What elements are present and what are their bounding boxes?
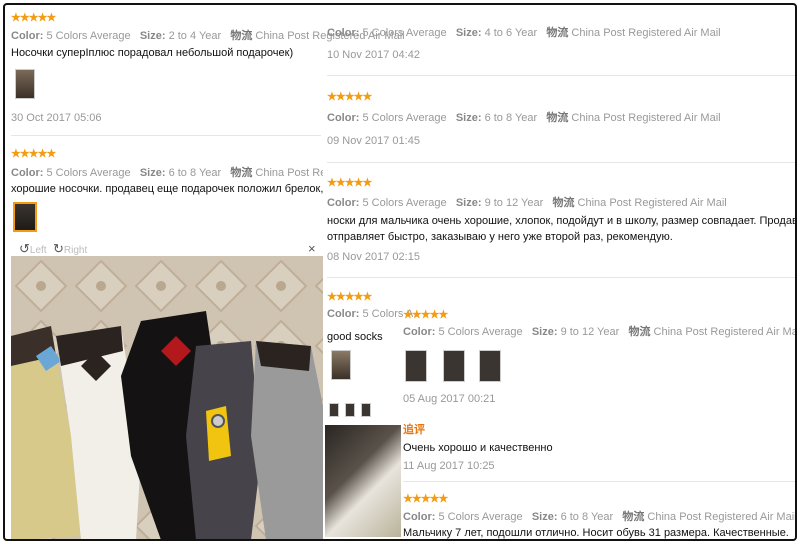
shipping-label: 物流 <box>546 27 569 39</box>
shipping-label: 物流 <box>622 511 645 523</box>
review-text: good socks <box>327 331 383 343</box>
color-value: 5 Colors Average <box>362 112 447 124</box>
divider <box>11 135 321 136</box>
size-label: Size: <box>455 197 482 209</box>
review-photo-thumb[interactable] <box>331 350 351 380</box>
review-date: 09 Nov 2017 01:45 <box>327 135 420 147</box>
rotate-right-icon: ↻ <box>53 241 64 256</box>
review-photo-medium <box>325 425 401 537</box>
append-review-text: Очень хорошо и качественно <box>403 442 553 454</box>
close-icon[interactable]: × <box>308 241 316 256</box>
review-meta: Color: 5 Colors Average Size: 9 to 12 Ye… <box>327 194 727 210</box>
color-value: 5 Colors Average <box>362 27 447 39</box>
size-value: 9 to 12 Year <box>560 326 620 338</box>
rotate-left-label: Left <box>29 245 47 256</box>
divider <box>327 75 795 76</box>
size-label: Size: <box>139 30 166 42</box>
rotate-right-button[interactable]: ↻Right <box>53 241 87 257</box>
review-date: 10 Nov 2017 04:42 <box>327 49 420 61</box>
color-label: Color: <box>327 197 360 209</box>
review-meta: Color: 5 Colors Average Size: 6 to 8 Yea… <box>327 109 721 125</box>
rating-stars: ★★★★★ <box>327 291 372 303</box>
review-text-line2: отправляет быстро, заказываю у него уже … <box>327 231 673 243</box>
size-label: Size: <box>531 326 558 338</box>
color-value: 5 Colors Average <box>362 197 447 209</box>
shipping-value: China Post Registered Air Mail <box>577 197 727 209</box>
review-meta: Color: 5 Colors Average Size: 9 to 12 Ye… <box>403 323 797 339</box>
rotate-left-button[interactable]: ↺Left <box>19 241 47 257</box>
size-value: 6 to 8 Year <box>560 511 614 523</box>
rotate-left-icon: ↺ <box>19 241 30 256</box>
rating-stars: ★★★★★ <box>403 309 448 321</box>
size-value: 6 to 8 Year <box>484 112 538 124</box>
size-value: 9 to 12 Year <box>484 197 544 209</box>
color-value: 5 Colors Average <box>46 167 131 179</box>
size-value: 6 to 8 Year <box>168 167 222 179</box>
color-label: Color: <box>327 112 360 124</box>
review-page: ★★★★★ Color: 5 Colors Average Size: 2 to… <box>3 3 797 541</box>
mini-thumb[interactable] <box>345 403 355 417</box>
rating-stars: ★★★★★ <box>403 493 448 505</box>
review-photo-thumb[interactable] <box>15 69 35 99</box>
shipping-label: 物流 <box>552 197 575 209</box>
review-photo-thumb-selected[interactable] <box>13 202 37 232</box>
size-label: Size: <box>455 27 482 39</box>
color-value: 5 Colors Average <box>46 30 131 42</box>
color-label: Color: <box>11 30 44 42</box>
review-meta: Color: 5 Colors Average Size: 4 to 6 Yea… <box>327 24 721 40</box>
review-photo-thumb[interactable] <box>443 350 465 382</box>
color-value: 5 Colors Average <box>438 326 523 338</box>
shipping-value: China Post Registered Air Mail <box>653 326 797 338</box>
shipping-value: China Post Registered Air Ma <box>255 167 323 179</box>
review-meta: Color: 5 Colors A <box>327 308 413 320</box>
review-text: Носочки суперIплюс порадовал небольшой п… <box>11 47 294 59</box>
socks-photo <box>11 256 323 539</box>
rating-stars: ★★★★★ <box>327 177 372 189</box>
shipping-value: China Post Registered Air Mail <box>571 27 721 39</box>
size-label: Size: <box>139 167 166 179</box>
review-photo-thumb[interactable] <box>479 350 501 382</box>
review-date: 30 Oct 2017 05:06 <box>11 112 102 124</box>
color-label: Color: <box>11 167 44 179</box>
size-value: 4 to 6 Year <box>484 27 538 39</box>
review-date: 08 Nov 2017 02:15 <box>327 251 420 263</box>
rating-stars: ★★★★★ <box>11 148 56 160</box>
review-text: Мальчику 7 лет, подошли отлично. Носит о… <box>403 527 789 539</box>
review-date: 05 Aug 2017 00:21 <box>403 393 496 405</box>
rating-stars: ★★★★★ <box>327 91 372 103</box>
shipping-label: 物流 <box>628 326 651 338</box>
shipping-value: China Post Registered Air Mail <box>571 112 721 124</box>
size-label: Size: <box>531 511 558 523</box>
color-label: Color: <box>327 308 360 320</box>
divider <box>327 162 795 163</box>
divider <box>327 277 795 278</box>
mini-preview-strip <box>325 385 401 401</box>
review-photo-thumb[interactable] <box>405 350 427 382</box>
shipping-label: 物流 <box>230 167 253 179</box>
color-value: 5 Colors Average <box>438 511 523 523</box>
shipping-label: 物流 <box>230 30 253 42</box>
shipping-label: 物流 <box>546 112 569 124</box>
review-text-line1: носки для мальчика очень хорошие, хлопок… <box>327 215 797 227</box>
mini-thumb[interactable] <box>329 403 339 417</box>
color-label: Color: <box>403 326 436 338</box>
color-label: Color: <box>327 27 360 39</box>
color-label: Color: <box>403 511 436 523</box>
mini-thumb[interactable] <box>361 403 371 417</box>
review-meta: Color: 5 Colors Average Size: 6 to 8 Yea… <box>403 508 797 524</box>
rotate-right-label: Right <box>63 245 88 256</box>
rating-stars: ★★★★★ <box>11 12 56 24</box>
review-meta: Color: 5 Colors Average Size: 6 to 8 Yea… <box>11 164 323 180</box>
append-review-date: 11 Aug 2017 10:25 <box>403 460 495 472</box>
size-label: Size: <box>455 112 482 124</box>
shipping-value: China Post Registered Air Mail <box>647 511 797 523</box>
append-review-label: 追评 <box>403 424 425 436</box>
divider <box>403 481 795 482</box>
size-value: 2 to 4 Year <box>168 30 222 42</box>
review-photo-large <box>11 256 323 539</box>
review-text: хорошие носочки. продавец еще подарочек … <box>11 183 323 195</box>
